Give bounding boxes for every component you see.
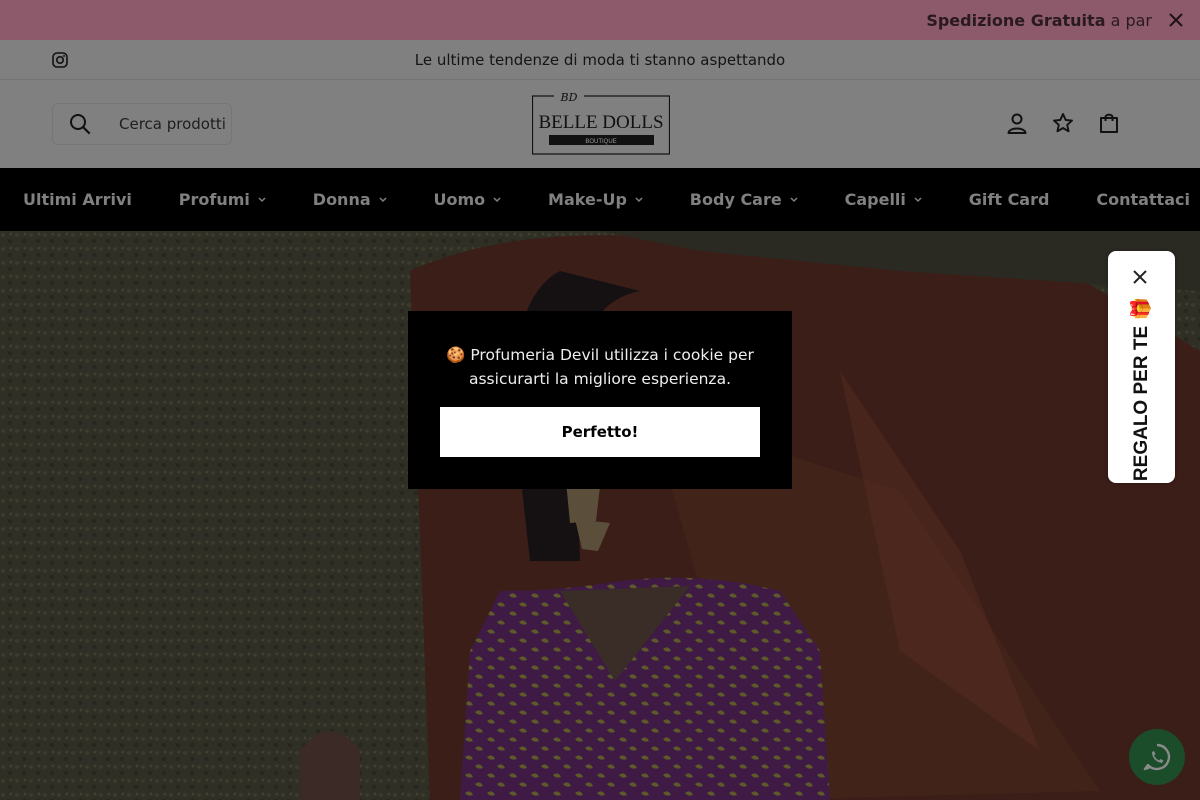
search-box[interactable] <box>52 103 232 145</box>
main-nav: Ultimi Arrivi Profumi Donna Uomo Make-Up… <box>0 168 1200 231</box>
bag-icon[interactable] <box>1098 112 1120 134</box>
cookie-text: 🍪 Profumeria Devil utilizza i cookie per… <box>440 343 760 391</box>
promo-bar: Spedizione Gratuita a par <box>0 0 1200 40</box>
promo-rest-text: a par <box>1105 10 1152 30</box>
instagram-icon[interactable] <box>52 52 68 68</box>
nav-item-contattaci[interactable]: Contattaci <box>1096 190 1190 209</box>
cookie-accept-button[interactable]: Perfetto! <box>440 407 760 457</box>
whatsapp-button[interactable] <box>1129 729 1185 785</box>
promo-bold-text: Spedizione Gratuita <box>926 10 1106 30</box>
site-header: BD BELLE DOLLS BOUTIQUE <box>0 80 1200 168</box>
gift-tab-text: REGALO PER TE <box>1131 325 1152 482</box>
logo-monogram: BD <box>560 92 578 104</box>
close-icon <box>1169 13 1183 27</box>
nav-item-capelli[interactable]: Capelli <box>845 190 922 209</box>
chevron-down-icon <box>635 196 643 202</box>
logo-sub-text: BOUTIQUE <box>585 139 616 145</box>
chevron-down-icon <box>790 196 798 202</box>
nav-item-label: Ultimi Arrivi <box>23 190 132 209</box>
announcement-bar: Le ultime tendenze di moda ti stanno asp… <box>0 40 1200 80</box>
close-icon[interactable] <box>1132 269 1148 285</box>
nav-item-label: Profumi <box>178 190 250 209</box>
logo-brand-text: BELLE DOLLS <box>538 112 663 133</box>
cookie-banner: 🍪 Profumeria Devil utilizza i cookie per… <box>408 311 792 489</box>
gift-tab-label[interactable]: REGALO PER TE 🎁 <box>1129 297 1153 481</box>
search-icon[interactable] <box>69 113 91 135</box>
user-icon[interactable] <box>1006 112 1028 134</box>
cookie-icon: 🍪 <box>446 346 466 364</box>
gift-icon: 🎁 <box>1131 296 1152 321</box>
nav-item-label: Uomo <box>433 190 486 209</box>
nav-item-ultimi-arrivi[interactable]: Ultimi Arrivi <box>23 190 132 209</box>
search-input[interactable] <box>117 114 227 134</box>
chevron-down-icon <box>493 196 501 202</box>
gift-tab[interactable]: REGALO PER TE 🎁 <box>1108 251 1175 483</box>
chevron-down-icon <box>258 196 266 202</box>
nav-item-label: Contattaci <box>1096 190 1190 209</box>
cookie-message: Profumeria Devil utilizza i cookie per a… <box>468 346 754 388</box>
nav-item-label: Make-Up <box>548 190 627 209</box>
announcement-text: Le ultime tendenze di moda ti stanno asp… <box>414 50 786 69</box>
whatsapp-icon <box>1143 743 1171 771</box>
nav-item-label: Capelli <box>844 190 906 209</box>
nav-item-gift-card[interactable]: Gift Card <box>969 190 1050 209</box>
star-icon[interactable] <box>1052 112 1074 134</box>
nav-item-label: Body Care <box>689 190 782 209</box>
promo-close-button[interactable] <box>1166 10 1186 30</box>
nav-item-make-up[interactable]: Make-Up <box>548 190 643 209</box>
chevron-down-icon <box>379 196 387 202</box>
nav-item-donna[interactable]: Donna <box>313 190 387 209</box>
nav-item-label: Donna <box>312 190 371 209</box>
nav-item-label: Gift Card <box>968 190 1050 209</box>
promo-text: Spedizione Gratuita a par <box>926 11 1152 30</box>
header-icons <box>1006 112 1120 134</box>
chevron-down-icon <box>914 196 922 202</box>
nav-item-uomo[interactable]: Uomo <box>434 190 502 209</box>
nav-item-body-care[interactable]: Body Care <box>690 190 798 209</box>
brand-logo[interactable]: BD BELLE DOLLS BOUTIQUE <box>532 92 670 155</box>
nav-item-profumi[interactable]: Profumi <box>179 190 266 209</box>
